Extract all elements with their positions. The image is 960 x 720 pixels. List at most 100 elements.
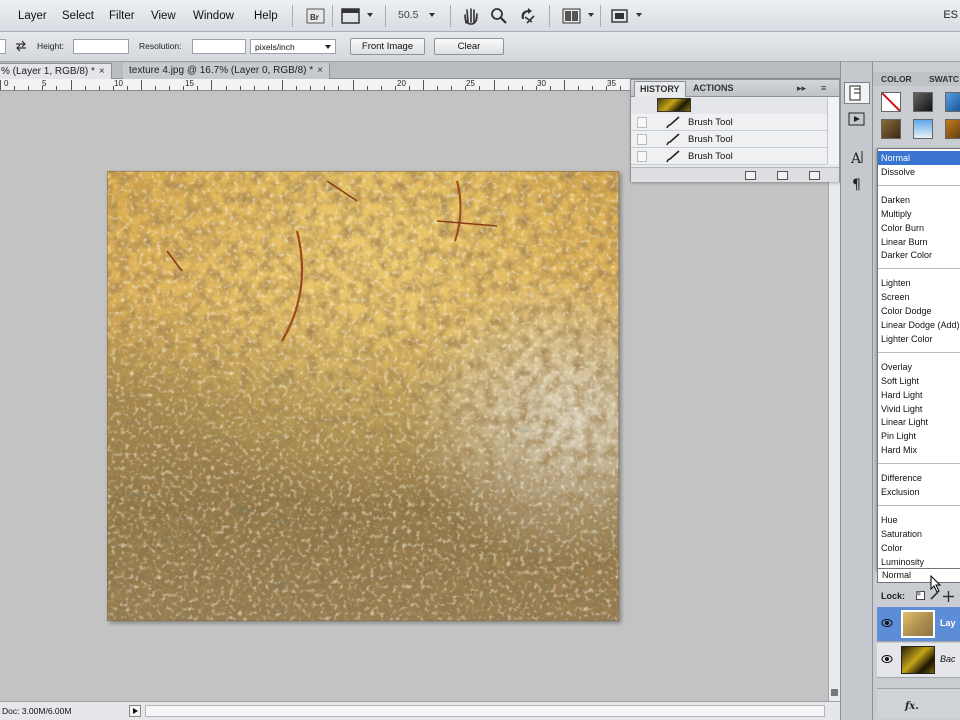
- new-document-from-state-icon[interactable]: [745, 171, 756, 180]
- tab-current-document[interactable]: % (Layer 1, RGB/8) * ×: [0, 63, 112, 79]
- eye-icon[interactable]: [881, 654, 893, 664]
- collapse-panel-icon[interactable]: ▸▸: [797, 83, 806, 94]
- menu-layer[interactable]: Layer: [18, 10, 47, 22]
- history-source-checkbox[interactable]: [637, 117, 647, 128]
- horizontal-scrollbar[interactable]: [145, 705, 825, 717]
- tab-color[interactable]: COLOR: [881, 74, 912, 84]
- front-image-button[interactable]: Front Image: [350, 38, 425, 55]
- tab-history[interactable]: HISTORY: [634, 81, 686, 97]
- history-item[interactable]: Brush Tool: [631, 114, 827, 131]
- status-menu-arrow-icon[interactable]: [129, 705, 141, 717]
- actions-panel-icon[interactable]: [844, 108, 870, 130]
- history-item[interactable]: Brush Tool: [631, 148, 827, 165]
- lock-pixels-icon[interactable]: [930, 591, 939, 600]
- blend-mode-option[interactable]: Normal: [878, 151, 960, 165]
- layer-effects-icon[interactable]: fx.: [905, 701, 919, 712]
- blend-mode-option[interactable]: Color Burn: [878, 221, 960, 235]
- style-swatch[interactable]: [913, 92, 933, 112]
- blend-mode-option[interactable]: Linear Burn: [878, 235, 960, 249]
- blend-mode-option[interactable]: Lighter Color: [878, 332, 960, 346]
- no-color-swatch[interactable]: [881, 92, 901, 112]
- style-swatch[interactable]: [881, 119, 901, 139]
- layer-name[interactable]: Lay: [940, 618, 956, 628]
- style-swatch[interactable]: [913, 119, 933, 139]
- screen-mode-fit-icon[interactable]: [609, 7, 631, 25]
- menu-select[interactable]: Select: [62, 10, 94, 22]
- blend-mode-option[interactable]: Difference: [878, 471, 960, 485]
- arrange-documents-icon[interactable]: [561, 7, 583, 25]
- blend-mode-option[interactable]: Vivid Light: [878, 402, 960, 416]
- tab-swatches[interactable]: SWATC: [929, 74, 959, 84]
- tab-actions[interactable]: ACTIONS: [693, 83, 734, 93]
- rotate-view-icon[interactable]: [518, 7, 538, 25]
- scroll-arrow-icon[interactable]: [831, 689, 838, 696]
- blend-mode-option[interactable]: Overlay: [878, 360, 960, 374]
- menu-help[interactable]: Help: [254, 10, 278, 22]
- menu-filter[interactable]: Filter: [109, 10, 135, 22]
- blend-mode-option[interactable]: Darken: [878, 193, 960, 207]
- chevron-down-icon[interactable]: [429, 13, 435, 17]
- style-swatch[interactable]: [945, 119, 960, 139]
- resolution-units-select[interactable]: pixels/inch: [250, 39, 336, 54]
- blend-mode-option[interactable]: Screen: [878, 290, 960, 304]
- workspace-switcher[interactable]: ES: [943, 9, 958, 21]
- resolution-field[interactable]: [192, 39, 246, 54]
- blend-mode-option[interactable]: Luminosity: [878, 555, 960, 569]
- screen-mode-icon[interactable]: [340, 7, 362, 25]
- tab-texture-document[interactable]: texture 4.jpg @ 16.7% (Layer 0, RGB/8) *…: [123, 63, 330, 79]
- paragraph-panel-icon[interactable]: ¶: [844, 172, 870, 194]
- history-source-checkbox[interactable]: [637, 151, 647, 162]
- texture-artwork[interactable]: [107, 171, 619, 621]
- blend-mode-option[interactable]: Multiply: [878, 207, 960, 221]
- blend-mode-option[interactable]: Linear Dodge (Add): [878, 318, 960, 332]
- blend-mode-option[interactable]: Pin Light: [878, 429, 960, 443]
- history-item[interactable]: Brush Tool: [631, 131, 827, 148]
- layer-name[interactable]: Bac: [940, 654, 956, 664]
- lock-transparent-icon[interactable]: [916, 591, 925, 600]
- panel-menu-icon[interactable]: ≡: [821, 83, 826, 93]
- blend-mode-option[interactable]: Color Dodge: [878, 304, 960, 318]
- blend-mode-option[interactable]: Darker Color: [878, 248, 960, 262]
- width-field[interactable]: [0, 39, 6, 54]
- blend-mode-option[interactable]: Hard Light: [878, 388, 960, 402]
- trash-icon[interactable]: [809, 171, 820, 180]
- canvas-area[interactable]: [0, 91, 828, 701]
- lock-position-icon[interactable]: [943, 591, 954, 602]
- history-scrollbar[interactable]: [827, 97, 839, 164]
- history-source-checkbox[interactable]: [637, 134, 647, 145]
- eye-icon[interactable]: [881, 618, 893, 628]
- blend-mode-option[interactable]: Color: [878, 541, 960, 555]
- menu-window[interactable]: Window: [193, 10, 234, 22]
- zoom-tool-icon[interactable]: [490, 7, 508, 25]
- vertical-scrollbar[interactable]: [828, 91, 840, 701]
- close-icon[interactable]: ×: [317, 65, 323, 76]
- height-field[interactable]: [73, 39, 129, 54]
- character-panel-icon[interactable]: A: [844, 146, 870, 168]
- clear-button[interactable]: Clear: [434, 38, 504, 55]
- blend-mode-option[interactable]: Exclusion: [878, 485, 960, 499]
- blend-mode-option[interactable]: Dissolve: [878, 165, 960, 179]
- menu-view[interactable]: View: [151, 10, 176, 22]
- chevron-down-icon[interactable]: [636, 13, 642, 17]
- blend-mode-dropdown-list[interactable]: Normal Dissolve Darken Multiply Color Burn Li…: [877, 148, 960, 570]
- zoom-level[interactable]: 50.5: [398, 9, 418, 21]
- bridge-icon[interactable]: Br: [306, 7, 326, 25]
- blend-mode-select[interactable]: Normal: [877, 568, 960, 583]
- hand-tool-icon[interactable]: [462, 7, 480, 25]
- swap-icon[interactable]: [14, 40, 28, 52]
- style-swatch[interactable]: [945, 92, 960, 112]
- blend-mode-option[interactable]: Hard Mix: [878, 443, 960, 457]
- blend-mode-option[interactable]: Lighten: [878, 276, 960, 290]
- chevron-down-icon[interactable]: [367, 13, 373, 17]
- history-snapshot[interactable]: [631, 97, 827, 114]
- close-icon[interactable]: ×: [99, 66, 105, 77]
- blend-mode-option[interactable]: Soft Light: [878, 374, 960, 388]
- layer-row-layer1[interactable]: Lay: [877, 607, 960, 642]
- history-panel-icon[interactable]: [844, 82, 870, 104]
- layer-row-background[interactable]: Bac: [877, 643, 960, 678]
- blend-mode-option[interactable]: Linear Light: [878, 415, 960, 429]
- blend-mode-option[interactable]: Hue: [878, 513, 960, 527]
- chevron-down-icon[interactable]: [588, 13, 594, 17]
- blend-mode-option[interactable]: Saturation: [878, 527, 960, 541]
- snapshot-camera-icon[interactable]: [777, 171, 788, 180]
